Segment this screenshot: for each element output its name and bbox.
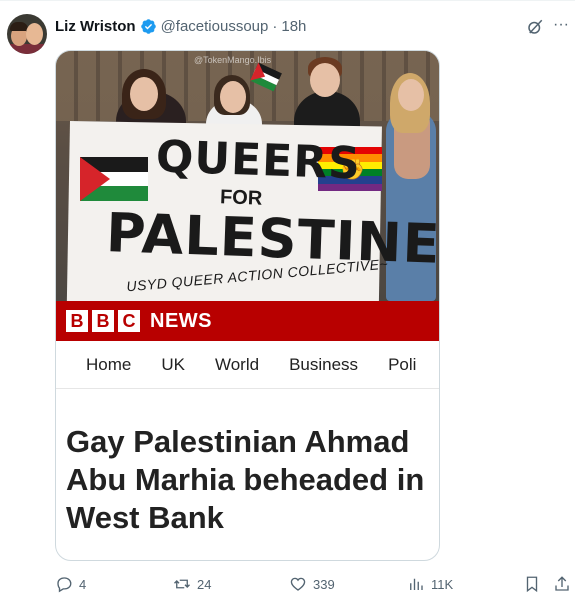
reply-icon — [57, 577, 72, 593]
repost-icon — [174, 579, 190, 589]
views-count: 11K — [431, 576, 454, 592]
bookmark-button[interactable] — [523, 573, 541, 595]
palestine-flag-icon — [80, 157, 148, 201]
nav-item-uk: UK — [161, 354, 185, 374]
more-options-button[interactable]: ··· — [553, 16, 571, 34]
news-headline: Gay Palestinian Ahmad Abu Marhia beheade… — [66, 424, 425, 535]
author-handle[interactable]: @facetioussoup — [161, 18, 269, 35]
nav-item-politics: Poli — [388, 354, 417, 374]
bbc-logo-letter: B — [66, 310, 88, 332]
avatar[interactable] — [7, 14, 47, 54]
tweet-media-image[interactable]: @TokenMango.Ibis ✊ QUEERS FOR PALESTINE … — [55, 50, 440, 561]
like-button[interactable]: 339 — [289, 573, 335, 595]
heart-icon — [290, 577, 306, 591]
reply-button[interactable]: 4 — [55, 573, 86, 595]
grok-icon[interactable] — [526, 18, 544, 36]
verified-badge-icon — [140, 18, 156, 34]
bbc-logo-letter: C — [118, 310, 140, 332]
bbc-logo-letter: B — [92, 310, 114, 332]
views-icon — [410, 578, 423, 590]
bbc-news-bar: B B C NEWS — [56, 301, 439, 341]
timestamp[interactable]: 18h — [281, 18, 306, 35]
like-count: 339 — [313, 576, 335, 592]
tweet-actions: 4 24 339 11K — [55, 573, 575, 595]
views-button[interactable]: 11K — [407, 573, 453, 595]
nav-item-business: Business — [289, 354, 359, 374]
bbc-nav-bar: Home UK World Business Poli — [56, 341, 439, 389]
share-icon — [555, 576, 569, 591]
nav-item-home: Home — [86, 354, 132, 374]
bookmark-icon — [526, 576, 538, 593]
bbc-news-label: NEWS — [150, 309, 212, 332]
reply-count: 4 — [79, 576, 87, 592]
tweet-header: Liz Wriston @facetioussoup · 18h — [55, 16, 306, 36]
protest-photo: @TokenMango.Ibis ✊ QUEERS FOR PALESTINE … — [56, 51, 439, 301]
banner-text-queers: QUEERS — [155, 131, 362, 190]
nav-item-world: World — [214, 354, 260, 374]
tweet: Liz Wriston @facetioussoup · 18h ··· @To… — [0, 0, 575, 604]
repost-button[interactable]: 24 — [173, 573, 211, 595]
repost-count: 24 — [197, 576, 212, 592]
share-button[interactable] — [553, 573, 571, 595]
separator-dot: · — [272, 17, 278, 35]
author-name[interactable]: Liz Wriston — [55, 18, 136, 35]
